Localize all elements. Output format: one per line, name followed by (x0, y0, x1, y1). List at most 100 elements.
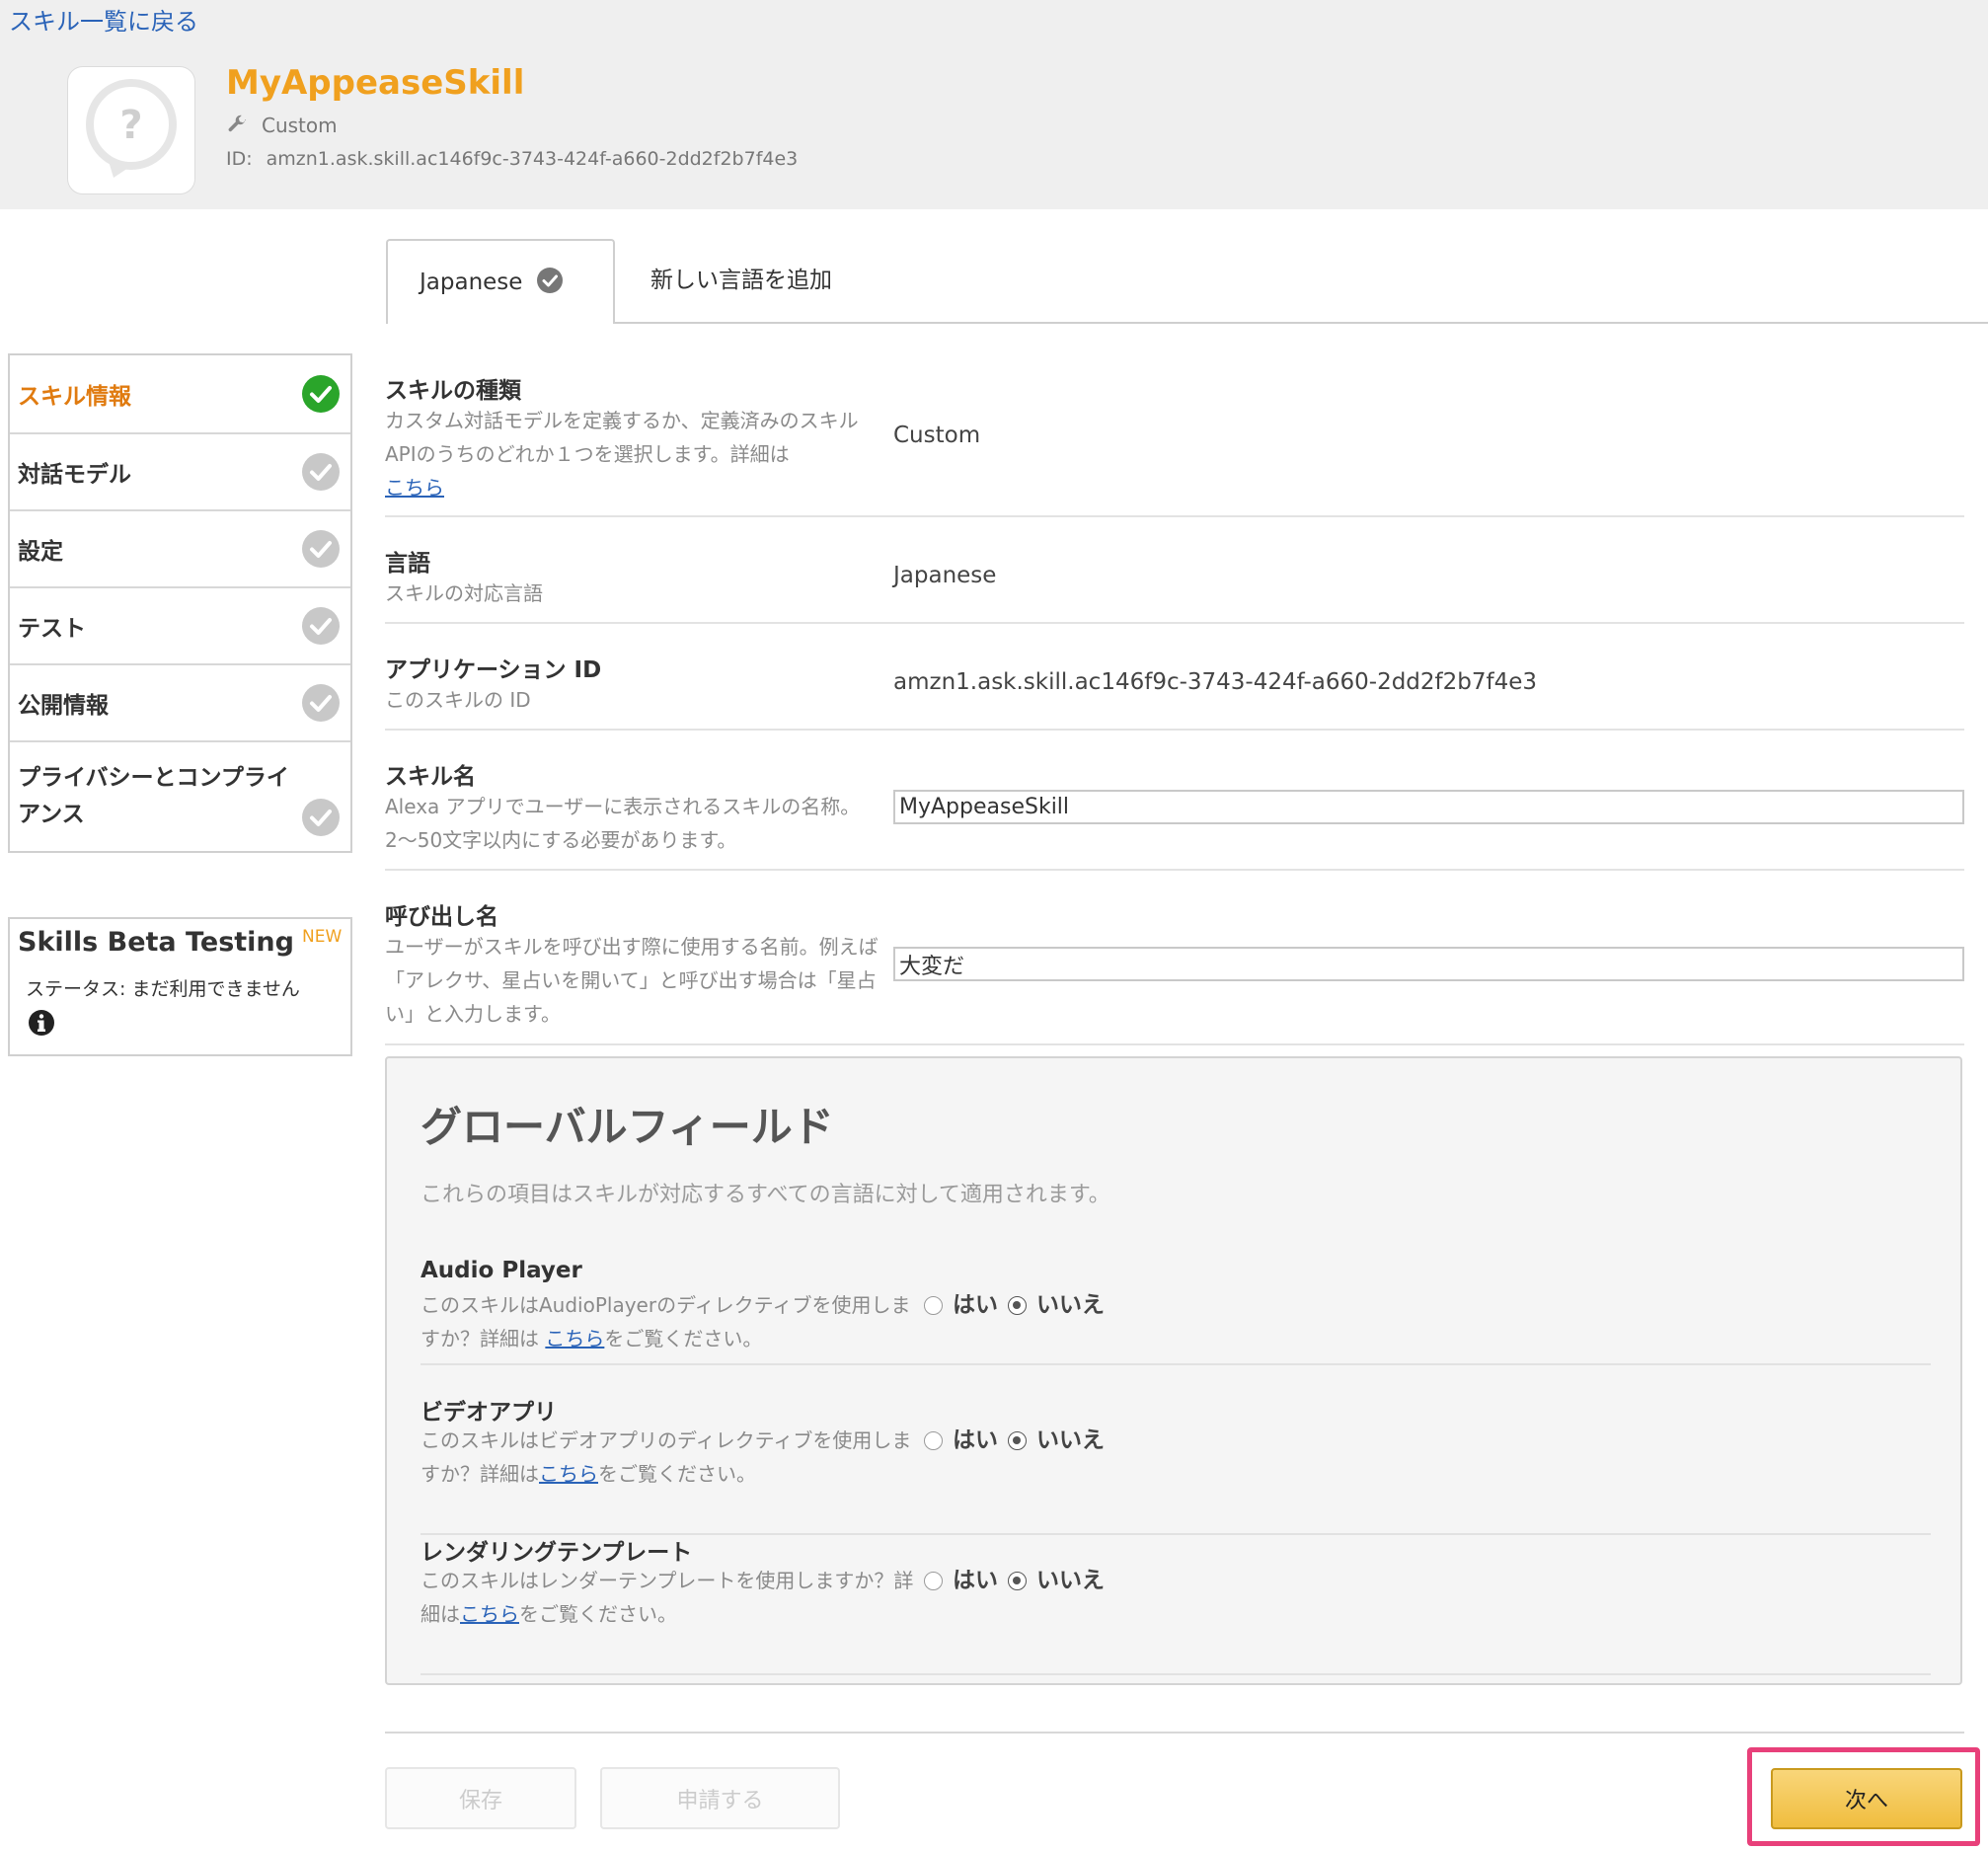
save-button[interactable]: 保存 (385, 1767, 576, 1829)
no-label: いいえ (1036, 1427, 1105, 1453)
svg-text:?: ? (119, 103, 142, 148)
info-icon[interactable] (28, 1009, 55, 1037)
render-template-title: レンダリングテンプレート (421, 1540, 693, 1566)
skill-id-value: amzn1.ask.skill.ac146f9c-3743-424f-a660-… (266, 148, 799, 170)
check-circle-gray-icon (302, 453, 340, 491)
audio-player-radio-group: はい いいえ (924, 1285, 1114, 1319)
global-fields-title: グローバルフィールド (421, 1103, 834, 1151)
skill-id-row: ID: amzn1.ask.skill.ac146f9c-3743-424f-a6… (226, 148, 798, 170)
invocation-name-title: 呼び出し名 (385, 904, 498, 930)
next-button[interactable]: 次へ (1771, 1768, 1962, 1829)
sidebar-item-label: 設定 (18, 539, 63, 565)
global-row-audio-player: Audio Player このスキルはAudioPlayerのディレクティブを使… (421, 1258, 1931, 1365)
sidebar-item-label: テスト (18, 616, 86, 642)
video-app-radio-group: はい いいえ (924, 1421, 1114, 1454)
row-language: 言語 スキルの対応言語 Japanese (385, 517, 1964, 624)
language-title: 言語 (385, 551, 430, 577)
beta-title-text: Skills Beta Testing (18, 927, 294, 958)
sidebar-item-label: プライバシーとコンプライアンス (18, 765, 289, 827)
question-bubble-icon: ? (86, 79, 177, 178)
row-skill-name: スキル名 Alexa アプリでユーザーに表示されるスキルの名称。2〜50文字以内… (385, 731, 1964, 871)
skill-type-title: スキルの種類 (385, 378, 521, 404)
video-app-title: ビデオアプリ (421, 1400, 557, 1426)
video-app-desc: このスキルはビデオアプリのディレクティブを使用しますか？詳細はこちらをご覧くださ… (421, 1424, 914, 1491)
skill-name-input[interactable] (893, 790, 1964, 824)
video-app-learn-more-link[interactable]: こちら (539, 1462, 598, 1486)
global-fields-desc: これらの項目はスキルが対応するすべての言語に対して適用されます。 (421, 1183, 1110, 1207)
check-circle-gray-icon (302, 799, 340, 836)
skill-type-desc: カスタム対話モデルを定義するか、定義済みのスキルAPIのうちのどれか１つを選択し… (385, 404, 879, 504)
sidebar-item-configuration[interactable]: 設定 (10, 509, 350, 586)
render-template-desc: このスキルはレンダーテンプレートを使用しますか？詳細はこちらをご覧ください。 (421, 1564, 914, 1631)
sidebar-item-privacy-compliance[interactable]: プライバシーとコンプライアンス (10, 740, 350, 851)
yes-label: はい (953, 1292, 998, 1318)
skill-id-label: ID: (226, 148, 253, 170)
sidebar-item-label: 対話モデル (18, 462, 131, 488)
beta-status-text: ステータス: まだ利用できません (26, 978, 300, 1000)
render-template-learn-more-link[interactable]: こちら (460, 1602, 519, 1626)
render-template-no-radio[interactable] (1008, 1571, 1027, 1590)
skill-type-desc-text: カスタム対話モデルを定義するか、定義済みのスキルAPIのうちのどれか１つを選択し… (385, 409, 859, 466)
language-value: Japanese (893, 563, 997, 588)
sidebar-item-skill-info[interactable]: スキル情報 (10, 355, 350, 432)
language-desc: スキルの対応言語 (385, 581, 543, 605)
invocation-name-input[interactable] (893, 947, 1964, 981)
sidebar-item-label: スキル情報 (18, 384, 131, 410)
tab-add-language[interactable]: 新しい言語を追加 (650, 261, 832, 294)
skill-type-learn-more-link[interactable]: こちら (385, 476, 444, 500)
render-template-radio-group: はい いいえ (924, 1561, 1114, 1594)
global-row-render-template: レンダリングテンプレート このスキルはレンダーテンプレートを使用しますか？詳細は… (421, 1533, 1931, 1675)
skill-type-value: Custom (893, 423, 981, 448)
check-circle-gray-icon (302, 530, 340, 568)
back-to-skill-list-link[interactable]: スキル一覧に戻る (9, 2, 198, 37)
audio-player-learn-more-link[interactable]: こちら (545, 1327, 604, 1350)
row-skill-type: スキルの種類 カスタム対話モデルを定義するか、定義済みのスキルAPIのうちのどれ… (385, 367, 1964, 517)
check-circle-icon (537, 268, 564, 293)
skill-name-field-desc: Alexa アプリでユーザーに表示されるスキルの名称。2〜50文字以内にする必要… (385, 795, 861, 852)
audio-player-title: Audio Player (421, 1258, 582, 1283)
yes-label: はい (953, 1568, 998, 1593)
sidebar-nav: スキル情報 対話モデル 設定 テスト 公開情報 プライバシーとコンプライアンス (8, 353, 352, 853)
skill-header: スキル一覧に戻る ? MyAppeaseSkill Custom ID: amzn… (0, 0, 1988, 209)
check-circle-gray-icon (302, 607, 340, 645)
wrench-icon (228, 115, 247, 132)
video-app-desc-suffix: をご覧ください。 (598, 1462, 756, 1486)
render-template-desc-suffix: をご覧ください。 (519, 1602, 677, 1626)
render-template-yes-radio[interactable] (924, 1571, 943, 1590)
new-badge: NEW (301, 927, 343, 947)
audio-player-no-radio[interactable] (1008, 1295, 1027, 1315)
global-fields-panel: グローバルフィールド これらの項目はスキルが対応するすべての言語に対して適用され… (385, 1056, 1962, 1685)
footer-divider (385, 1732, 1964, 1734)
application-id-value: amzn1.ask.skill.ac146f9c-3743-424f-a660-… (893, 669, 1538, 695)
submit-button[interactable]: 申請する (600, 1767, 840, 1829)
application-id-desc: このスキルの ID (385, 688, 531, 712)
audio-player-desc: このスキルはAudioPlayerのディレクティブを使用しますか？詳細は こちら… (421, 1288, 914, 1355)
beta-testing-title: Skills Beta Testing NEW (18, 927, 342, 958)
sidebar-item-test[interactable]: テスト (10, 586, 350, 663)
check-circle-green-icon (302, 375, 340, 413)
yes-label: はい (953, 1427, 998, 1453)
skill-icon-placeholder: ? (67, 66, 195, 194)
tab-japanese[interactable]: Japanese (386, 239, 615, 324)
audio-player-yes-radio[interactable] (924, 1295, 943, 1315)
beta-testing-box: Skills Beta Testing NEW ステータス: まだ利用できません (8, 917, 352, 1056)
sidebar-item-label: 公開情報 (18, 693, 109, 719)
row-invocation-name: 呼び出し名 ユーザーがスキルを呼び出す際に使用する名前。例えば「アレクサ、星占い… (385, 871, 1964, 1045)
video-app-yes-radio[interactable] (924, 1430, 943, 1450)
tab-japanese-label: Japanese (420, 270, 523, 295)
skill-type-label: Custom (262, 114, 338, 137)
row-application-id: アプリケーション ID このスキルの ID amzn1.ask.skill.ac… (385, 624, 1964, 731)
global-row-video-app: ビデオアプリ このスキルはビデオアプリのディレクティブを使用しますか？詳細はこち… (421, 1393, 1931, 1535)
audio-player-desc-suffix: をご覧ください。 (604, 1327, 763, 1350)
tab-bar-divider (614, 322, 1988, 324)
skill-name-title: MyAppeaseSkill (226, 63, 525, 103)
check-circle-gray-icon (302, 684, 340, 722)
sidebar-item-publishing-info[interactable]: 公開情報 (10, 663, 350, 740)
skill-type-row: Custom (226, 114, 338, 137)
video-app-no-radio[interactable] (1008, 1430, 1027, 1450)
sidebar-item-interaction-model[interactable]: 対話モデル (10, 432, 350, 509)
skill-name-field-title: スキル名 (385, 764, 476, 790)
invocation-name-desc: ユーザーがスキルを呼び出す際に使用する名前。例えば「アレクサ、星占いを開いて」と… (385, 935, 879, 1026)
application-id-title: アプリケーション ID (385, 657, 602, 683)
no-label: いいえ (1036, 1568, 1105, 1593)
